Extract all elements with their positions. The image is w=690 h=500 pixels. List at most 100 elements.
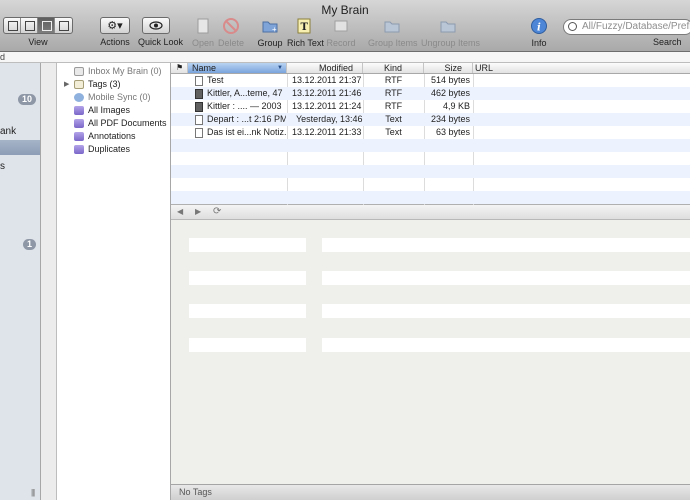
table-row[interactable]: Kittler, A...teme, 47 13.12.2011 21:46 R… — [171, 87, 690, 100]
table-row[interactable]: Depart : ...t 2:16 PM Yesterday, 13:46 T… — [171, 113, 690, 126]
view-label: View — [28, 37, 48, 47]
info-label: Info — [531, 38, 547, 48]
name-cell: Das ist ei...nk Notiz. — [207, 127, 286, 137]
tags-status[interactable]: No Tags — [179, 487, 212, 497]
tree-item-label: Duplicates — [88, 144, 131, 154]
kind-cell: RTF — [384, 101, 403, 111]
size-cell: 462 bytes — [430, 88, 470, 98]
reload-icon[interactable]: ⟳ — [213, 206, 221, 217]
size-column-header[interactable]: Size — [424, 63, 473, 73]
preview-nav-bar: ◀ ▶ ⟳ — [171, 205, 690, 220]
empty-row — [171, 191, 690, 204]
tree-item-annotations[interactable]: Annotations — [57, 130, 171, 143]
image-doc-icon — [195, 102, 203, 112]
svg-text:+: + — [272, 25, 277, 34]
actions-label: Actions — [100, 37, 130, 47]
back-icon[interactable]: ◀ — [177, 207, 183, 216]
view-control[interactable]: View — [3, 17, 73, 47]
path-bar-text: d — [0, 52, 6, 62]
view-columns-icon[interactable] — [38, 18, 55, 33]
view-icons-icon[interactable] — [4, 18, 21, 33]
placeholder-bar — [189, 271, 306, 285]
tree-item-duplicates[interactable]: Duplicates — [57, 143, 171, 156]
modified-cell: Yesterday, 13:46 — [296, 114, 363, 124]
open-label: Open — [191, 38, 215, 48]
table-row[interactable]: Test 13.12.2011 21:37 RTF 514 bytes — [171, 74, 690, 87]
folder-icon — [74, 145, 84, 154]
quick-look-button[interactable]: Quick Look — [138, 17, 184, 47]
tree-item-inbox[interactable]: Inbox My Brain (0) — [57, 65, 171, 78]
placeholder-bar — [189, 304, 306, 318]
kind-cell: Text — [385, 127, 402, 137]
search-label: Search — [653, 37, 682, 47]
rich-text-icon: T — [297, 18, 311, 34]
tree-item-all-images[interactable]: All Images — [57, 104, 171, 117]
modified-column-header[interactable]: Modified — [287, 63, 363, 73]
tree-item-label: All Images — [88, 105, 131, 115]
actions-button[interactable]: ⚙▾ Actions — [100, 17, 130, 47]
sidebar-selected-row[interactable] — [0, 140, 40, 155]
view-segmented-control[interactable] — [3, 17, 73, 34]
tree-item-mobile-sync[interactable]: Mobile Sync (0) — [57, 91, 171, 104]
delete-label: Delete — [217, 38, 244, 48]
flag-icon: ⚑ — [176, 63, 184, 72]
view-split-icon[interactable] — [55, 18, 72, 33]
info-button[interactable]: i Info — [527, 17, 551, 48]
database-sidebar: 10 ank s 1 ||| — [0, 63, 41, 500]
ungroup-items-button[interactable]: Ungroup Items — [421, 17, 481, 48]
gear-icon[interactable]: ⚙▾ — [100, 17, 130, 34]
group-items-button[interactable]: Group Items — [368, 17, 418, 48]
svg-text:T: T — [301, 22, 309, 33]
rich-text-button[interactable]: T Rich Text — [287, 17, 324, 48]
name-cell: Kittler : .... — 2003 — [207, 101, 282, 111]
placeholder-bar — [189, 338, 306, 352]
ungroup-items-icon — [440, 21, 456, 33]
status-bar: No Tags — [171, 484, 690, 500]
kind-column-header[interactable]: Kind — [363, 63, 424, 73]
kind-cell: RTF — [384, 75, 403, 85]
kind-cell: RTF — [384, 88, 403, 98]
view-list-icon[interactable] — [21, 18, 38, 33]
sidebar-item-partial-2[interactable]: s — [0, 161, 5, 172]
placeholder-bar — [189, 238, 306, 252]
tree-item-label: All PDF Documents — [88, 118, 167, 128]
flag-column-header[interactable]: ⚑ — [171, 63, 188, 73]
document-icon — [197, 18, 209, 34]
delete-button[interactable]: Delete — [217, 17, 245, 48]
image-doc-icon — [195, 89, 203, 99]
name-column-header[interactable]: Name — [188, 63, 287, 73]
forward-icon[interactable]: ▶ — [195, 207, 201, 216]
rich-text-label: Rich Text — [287, 38, 324, 48]
record-button[interactable]: Record — [326, 17, 356, 48]
text-icon — [195, 128, 203, 138]
quick-look-label: Quick Look — [138, 37, 184, 47]
tree-item-all-pdf[interactable]: All PDF Documents — [57, 117, 171, 130]
pane-divider[interactable] — [41, 63, 57, 500]
size-cell: 514 bytes — [430, 75, 470, 85]
ungroup-items-label: Ungroup Items — [421, 38, 481, 48]
info-icon: i — [531, 18, 547, 34]
search-icon — [568, 22, 577, 31]
folder-icon — [74, 119, 84, 128]
table-row[interactable]: Kittler : .... — 2003 13.12.2011 21:24 R… — [171, 100, 690, 113]
tree-item-tags[interactable]: ▶ Tags (3) — [57, 78, 171, 91]
folder-add-icon: + — [262, 21, 278, 34]
count-badge: 10 — [18, 94, 37, 105]
disclosure-triangle-icon[interactable]: ▶ — [64, 78, 69, 91]
tree-item-label: Mobile Sync (0) — [88, 92, 151, 102]
name-cell: Kittler, A...teme, 47 — [207, 88, 283, 98]
url-column-header[interactable]: URL — [473, 63, 690, 73]
open-button[interactable]: Open — [190, 17, 216, 48]
search-input[interactable]: All/Fuzzy/Database/Prefix — [563, 19, 690, 35]
group-label: Group — [257, 38, 283, 48]
count-badge-2: 1 — [23, 239, 37, 250]
table-row[interactable]: Das ist ei...nk Notiz. 13.12.2011 21:33 … — [171, 126, 690, 139]
group-items-icon — [384, 21, 400, 33]
modified-cell: 13.12.2011 21:33 — [292, 127, 362, 137]
document-list: ⚑ Name Modified Kind Size URL Test 13.12… — [171, 63, 690, 205]
size-cell: 234 bytes — [430, 114, 470, 124]
resize-grip-icon[interactable]: ||| — [31, 488, 35, 497]
sidebar-item-partial[interactable]: ank — [0, 126, 16, 137]
eye-icon[interactable] — [142, 17, 170, 34]
group-button[interactable]: + Group — [256, 17, 284, 48]
